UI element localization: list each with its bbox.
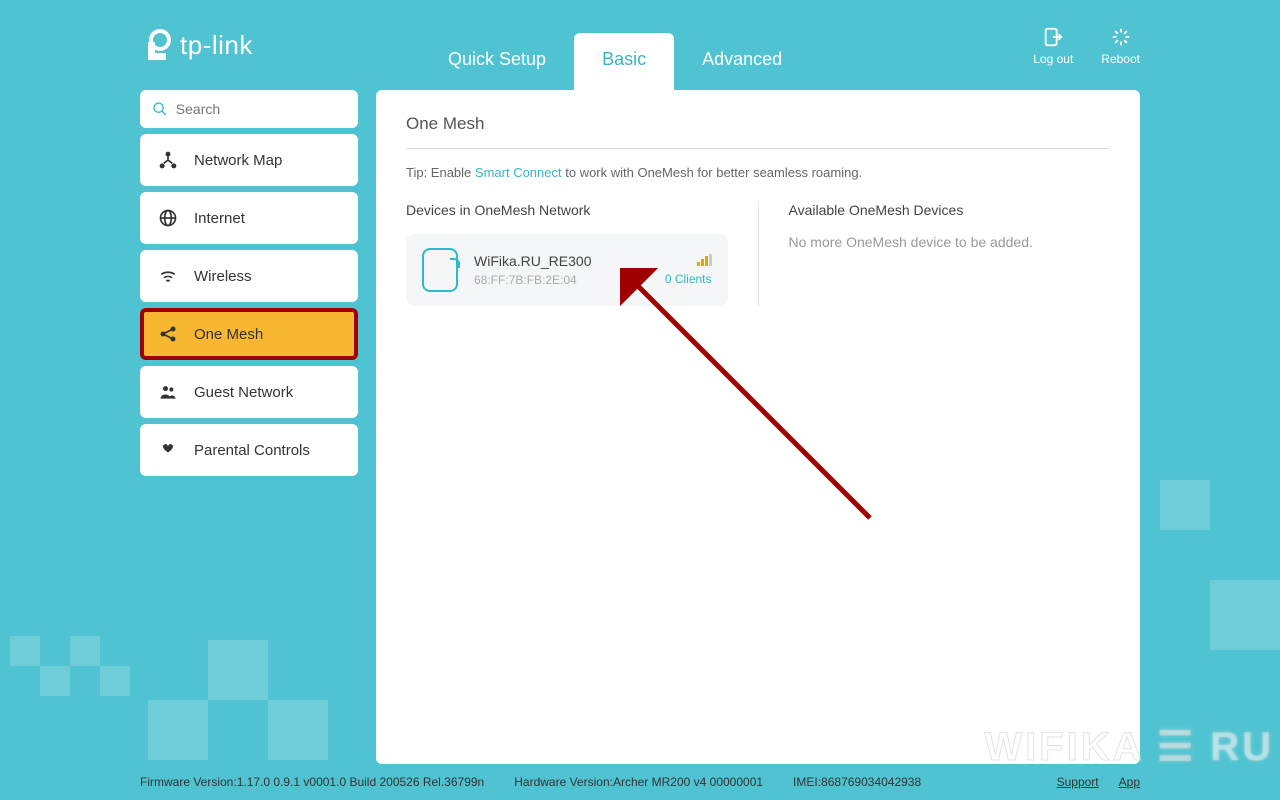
app-link[interactable]: App	[1119, 775, 1140, 789]
tab-advanced[interactable]: Advanced	[674, 33, 810, 90]
sidebar-item-label: Internet	[194, 210, 245, 227]
sidebar-item-label: Guest Network	[194, 384, 293, 401]
clients-link[interactable]: 0 Clients	[665, 272, 712, 286]
empty-message: No more OneMesh device to be added.	[789, 234, 1111, 250]
sidebar-item-label: Parental Controls	[194, 442, 310, 459]
reboot-icon	[1110, 26, 1132, 48]
device-card[interactable]: WiFika.RU_RE300 68:FF:7B:FB:2E:04 0 Clie…	[406, 234, 728, 306]
logout-icon	[1042, 26, 1064, 48]
sidebar-item-network-map[interactable]: Network Map	[140, 134, 358, 186]
sidebar-item-label: Wireless	[194, 268, 252, 285]
mesh-icon	[158, 324, 178, 344]
globe-icon	[158, 208, 178, 228]
reboot-button[interactable]: Reboot	[1101, 26, 1140, 66]
search-box[interactable]	[140, 90, 358, 128]
imei: IMEI:868769034042938	[793, 775, 921, 789]
available-devices-title: Available OneMesh Devices	[789, 202, 1111, 218]
search-input[interactable]	[176, 101, 346, 117]
reboot-label: Reboot	[1101, 52, 1140, 66]
wifi-icon	[158, 266, 178, 286]
logout-label: Log out	[1033, 52, 1073, 66]
search-icon	[152, 100, 168, 118]
network-map-icon	[158, 150, 178, 170]
sidebar-item-wireless[interactable]: Wireless	[140, 250, 358, 302]
sidebar-item-label: Network Map	[194, 152, 282, 169]
tip-pre: Tip: Enable	[406, 165, 475, 180]
sidebar-item-one-mesh[interactable]: One Mesh	[140, 308, 358, 360]
content-panel: One Mesh Tip: Enable Smart Connect to wo…	[376, 90, 1140, 764]
page-title: One Mesh	[406, 114, 1110, 149]
signal-icon	[697, 254, 712, 266]
sidebar-item-guest-network[interactable]: Guest Network	[140, 366, 358, 418]
smart-connect-link[interactable]: Smart Connect	[475, 165, 562, 180]
sidebar-item-label: One Mesh	[194, 326, 263, 343]
logout-button[interactable]: Log out	[1033, 26, 1073, 66]
tplink-logo-icon	[140, 28, 174, 62]
brand-text: tp-link	[180, 30, 253, 61]
tab-quick-setup[interactable]: Quick Setup	[420, 33, 574, 90]
firmware-version: Firmware Version:1.17.0 0.9.1 v0001.0 Bu…	[140, 775, 484, 789]
device-mac: 68:FF:7B:FB:2E:04	[474, 273, 649, 287]
tip-text: Tip: Enable Smart Connect to work with O…	[406, 165, 1110, 180]
guest-icon	[158, 382, 178, 402]
device-name: WiFika.RU_RE300	[474, 253, 649, 269]
sidebar-item-internet[interactable]: Internet	[140, 192, 358, 244]
tab-basic[interactable]: Basic	[574, 33, 674, 90]
devices-in-network-title: Devices in OneMesh Network	[406, 202, 728, 218]
support-link[interactable]: Support	[1057, 775, 1099, 789]
brand-logo: tp-link	[140, 28, 253, 62]
sidebar-item-parental-controls[interactable]: Parental Controls	[140, 424, 358, 476]
extender-icon	[422, 248, 458, 292]
tip-post: to work with OneMesh for better seamless…	[562, 165, 863, 180]
watermark: WIFIKA ☰ RU	[984, 724, 1274, 770]
hardware-version: Hardware Version:Archer MR200 v4 0000000…	[514, 775, 763, 789]
heart-hand-icon	[158, 440, 178, 460]
